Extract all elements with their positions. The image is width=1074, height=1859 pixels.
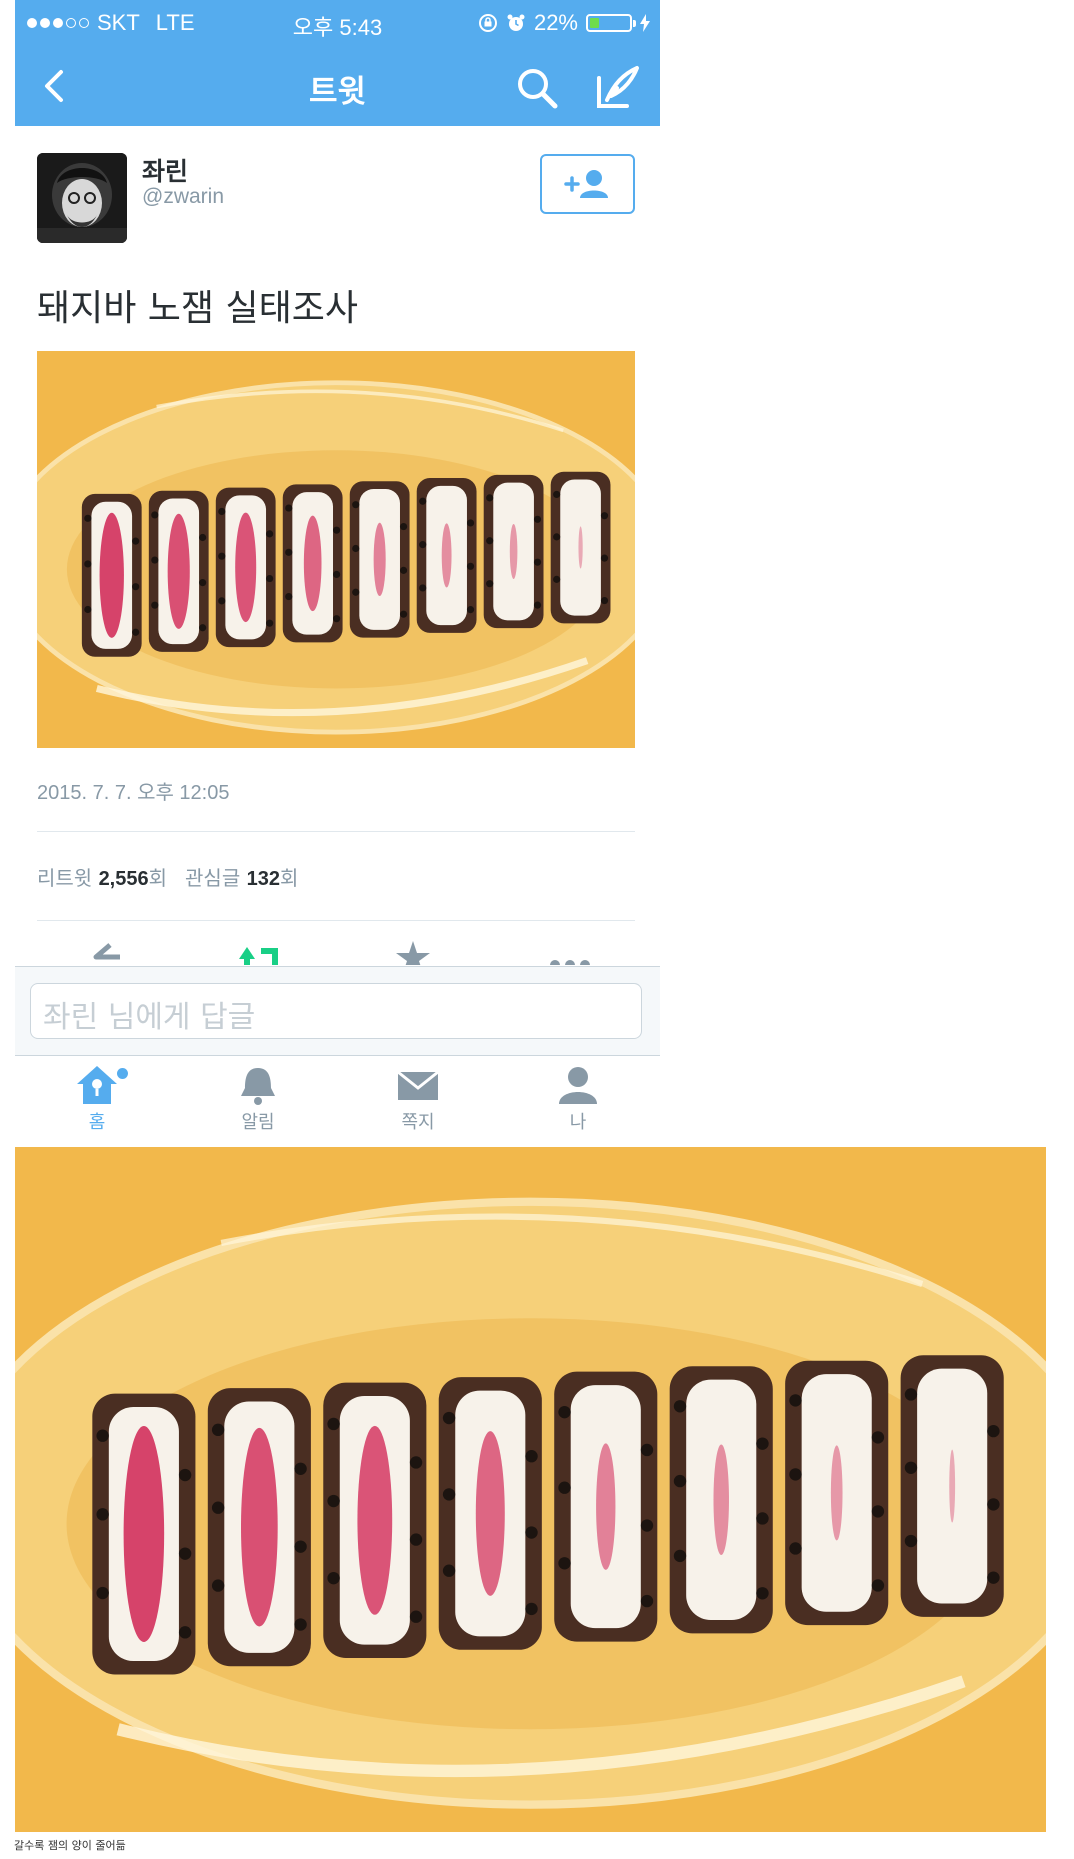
compose-tweet-icon[interactable]: [593, 64, 641, 112]
enlarged-photo: [15, 1147, 1046, 1832]
tab-notifications[interactable]: 알림: [208, 1064, 308, 1140]
author-name[interactable]: 좌린: [142, 152, 188, 188]
bell-icon: [241, 1068, 275, 1105]
bar-slice: [81, 493, 142, 657]
favorite-stat[interactable]: 관심글 132회: [185, 866, 298, 890]
bar-slice: [416, 478, 477, 633]
divider: [37, 920, 635, 921]
bar-slice: [554, 1371, 658, 1642]
pork-bar-slices-photo-large: [15, 1147, 1046, 1832]
follow-button[interactable]: [540, 154, 635, 214]
status-right: 22%: [478, 10, 650, 36]
bar-slice: [669, 1366, 773, 1634]
envelope-icon: [397, 1070, 439, 1100]
tab-home[interactable]: 홈: [47, 1064, 147, 1140]
bar-slice: [92, 1393, 196, 1675]
nav-bar: 트윗: [15, 46, 660, 126]
bar-slice: [785, 1360, 889, 1626]
page-title: 트윗: [308, 74, 367, 110]
tab-me[interactable]: 나: [528, 1064, 628, 1140]
retweet-count: 2,556: [98, 868, 149, 890]
retweet-icon[interactable]: [233, 939, 287, 965]
tab-label: 쪽지: [401, 1112, 435, 1133]
reply-icon[interactable]: [90, 939, 130, 965]
bar-slice: [483, 474, 544, 629]
bar-slice: [323, 1382, 427, 1659]
avatar-photo: [37, 153, 127, 243]
bar-slice: [438, 1377, 542, 1650]
favorite-count: 132: [246, 868, 280, 890]
author-handle[interactable]: @zwarin: [142, 185, 224, 209]
alarm-icon: [507, 14, 525, 31]
retweet-unit: 회: [148, 866, 168, 890]
home-icon: [77, 1066, 117, 1104]
divider: [37, 831, 635, 832]
reply-bar: 좌린 님에게 답글: [15, 966, 660, 1056]
new-content-dot: [117, 1068, 128, 1079]
bar-slice: [349, 481, 410, 638]
battery-icon: [586, 14, 636, 32]
more-dots-icon[interactable]: [545, 939, 595, 965]
battery-percent: 22%: [533, 10, 578, 35]
pork-bar-slices-photo: [37, 351, 635, 748]
charging-icon: [640, 14, 650, 32]
tweet-photo[interactable]: [37, 351, 635, 748]
bar-slice: [282, 484, 343, 643]
tweet-text: 돼지바 노잼 실태조사: [37, 288, 358, 329]
bar-slice: [207, 1388, 311, 1667]
bar-slice: [550, 471, 611, 624]
avatar[interactable]: [37, 153, 127, 243]
status-bar: SKT LTE 오후 5:43 22%: [15, 0, 660, 46]
favorite-star-icon[interactable]: [393, 939, 433, 965]
rotation-lock-icon: [478, 14, 497, 32]
favorite-unit: 회: [279, 866, 299, 890]
favorite-label: 관심글: [185, 866, 241, 890]
tab-label: 홈: [88, 1112, 106, 1133]
tweet-actions: [15, 935, 660, 965]
photo-caption: 갈수록 잼의 양이 줄어듦: [14, 1839, 126, 1852]
tweet-stats: 리트윗 2,556회 관심글 132회: [37, 862, 298, 891]
tab-label: 나: [569, 1112, 587, 1133]
tab-messages[interactable]: 쪽지: [368, 1064, 468, 1140]
tweet-timestamp: 2015. 7. 7. 오후 12:05: [37, 782, 230, 804]
bar-slice: [215, 487, 276, 648]
retweet-label: 리트윗: [37, 866, 93, 890]
person-icon: [559, 1067, 597, 1104]
bar-slice: [148, 490, 209, 652]
retweet-stat[interactable]: 리트윗 2,556회: [37, 866, 167, 890]
tab-bar: 홈 알림 쪽지 나: [15, 1056, 660, 1140]
bar-slice: [900, 1355, 1004, 1617]
reply-input[interactable]: 좌린 님에게 답글: [30, 983, 642, 1039]
search-icon[interactable]: [515, 66, 559, 110]
phone-screenshot: SKT LTE 오후 5:43 22% 트윗 좌린 @zwarin 돼지바 노잼…: [15, 0, 660, 1140]
add-user-icon: [564, 170, 608, 198]
tab-label: 알림: [241, 1112, 275, 1133]
